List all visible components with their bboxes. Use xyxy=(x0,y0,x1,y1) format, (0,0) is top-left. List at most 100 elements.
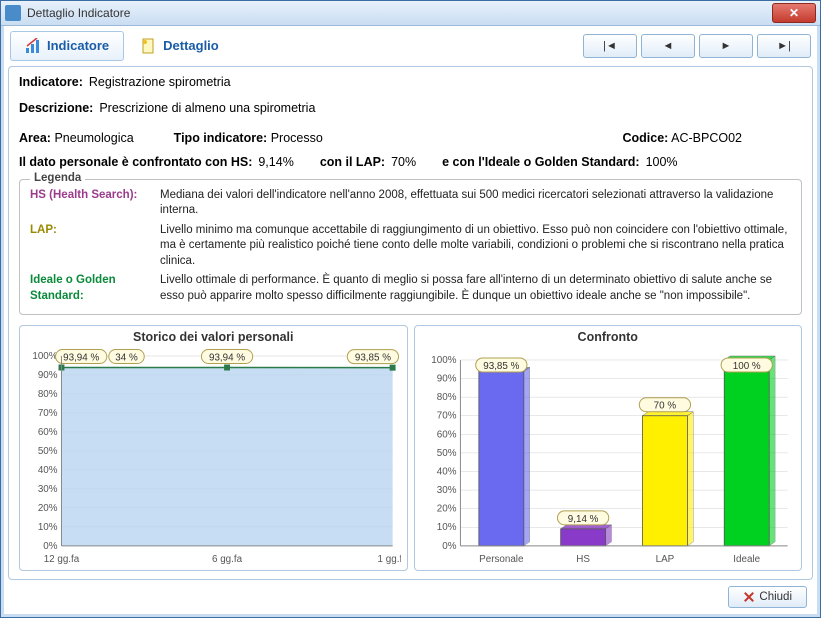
legend-title: Legenda xyxy=(30,172,85,184)
svg-text:12 gg.fa: 12 gg.fa xyxy=(44,554,80,565)
footer: Chiudi xyxy=(6,582,815,612)
svg-text:0%: 0% xyxy=(43,541,57,552)
tab-indicatore[interactable]: Indicatore xyxy=(10,31,124,61)
nav-first-button[interactable]: |◄ xyxy=(583,34,637,58)
first-icon: |◄ xyxy=(603,40,617,52)
legend-lap-label: LAP: xyxy=(30,223,160,270)
indicatore-label: Indicatore: xyxy=(19,75,83,89)
app-window: Dettaglio Indicatore ✕ Indicatore Dettag… xyxy=(0,0,821,618)
confronto-c: e con l'Ideale o Golden Standard: xyxy=(442,155,639,169)
chart-icon xyxy=(25,38,41,54)
svg-text:0%: 0% xyxy=(442,541,456,552)
window-close-button[interactable]: ✕ xyxy=(772,3,816,23)
close-icon xyxy=(743,591,755,603)
last-icon: ►| xyxy=(777,40,791,52)
legend-hs-label: HS (Health Search): xyxy=(30,188,160,219)
legend-row-ideal: Ideale o Golden Standard: Livello ottima… xyxy=(30,273,791,304)
app-icon xyxy=(5,5,21,21)
codice-value: AC-BPCO02 xyxy=(671,131,742,145)
chiudi-button[interactable]: Chiudi xyxy=(728,586,807,608)
svg-text:60%: 60% xyxy=(436,429,456,440)
confronto-a: Il dato personale è confrontato con HS: xyxy=(19,155,252,169)
svg-text:9,14 %: 9,14 % xyxy=(567,514,598,525)
tabs: Indicatore Dettaglio xyxy=(10,31,581,61)
titlebar: Dettaglio Indicatore ✕ xyxy=(1,1,820,26)
descrizione-value: Prescrizione di almeno una spirometria xyxy=(99,101,315,115)
svg-text:LAP: LAP xyxy=(655,554,674,565)
descrizione-label: Descrizione: xyxy=(19,101,93,115)
legend-box: Legenda HS (Health Search): Mediana dei … xyxy=(19,179,802,316)
nav-buttons: |◄ ◄ ► ►| xyxy=(583,34,811,58)
confronto-hs: 9,14% xyxy=(258,155,293,169)
area-label: Area: xyxy=(19,131,51,145)
chart-storico: Storico dei valori personali 0% 10% 20% 30%… xyxy=(19,325,408,571)
codice-label: Codice: xyxy=(623,131,669,145)
legend-lap-def: Livello minimo ma comunque accettabile d… xyxy=(160,223,791,270)
svg-text:20%: 20% xyxy=(38,503,58,514)
chiudi-label: Chiudi xyxy=(759,591,792,603)
chart-confronto-title: Confronto xyxy=(421,330,796,344)
svg-text:40%: 40% xyxy=(38,465,58,476)
svg-text:60%: 60% xyxy=(38,427,58,438)
svg-text:100%: 100% xyxy=(431,355,456,366)
area-value: Pneumologica xyxy=(54,131,133,145)
legend-row-lap: LAP: Livello minimo ma comunque accettab… xyxy=(30,223,791,270)
svg-text:90%: 90% xyxy=(436,374,456,385)
nav-next-button[interactable]: ► xyxy=(699,34,753,58)
row-indicatore: Indicatore: Registrazione spirometria xyxy=(19,75,802,89)
document-icon xyxy=(141,38,157,54)
svg-text:100%: 100% xyxy=(32,351,57,362)
svg-text:20%: 20% xyxy=(436,504,456,515)
tab-dettaglio-label: Dettaglio xyxy=(163,38,219,53)
svg-text:93,85 %: 93,85 % xyxy=(483,361,519,372)
legend-ideal-def: Livello ottimale di performance. È quant… xyxy=(160,273,791,304)
svg-text:10%: 10% xyxy=(436,522,456,533)
window-title: Dettaglio Indicatore xyxy=(27,6,772,20)
svg-text:93,94 %: 93,94 % xyxy=(209,353,245,364)
legend-row-hs: HS (Health Search): Mediana dei valori d… xyxy=(30,188,791,219)
svg-text:70%: 70% xyxy=(38,408,58,419)
svg-text:70 %: 70 % xyxy=(653,401,676,412)
nav-last-button[interactable]: ►| xyxy=(757,34,811,58)
svg-text:100 %: 100 % xyxy=(732,361,760,372)
svg-text:30%: 30% xyxy=(436,485,456,496)
svg-text:Ideale: Ideale xyxy=(733,554,760,565)
svg-text:6 gg.fa: 6 gg.fa xyxy=(212,554,243,565)
svg-text:10%: 10% xyxy=(38,522,58,533)
row-meta: Area: Pneumologica Tipo indicatore: Proc… xyxy=(19,131,802,145)
tab-indicatore-label: Indicatore xyxy=(47,38,109,53)
svg-text:40%: 40% xyxy=(436,467,456,478)
legend-ideal-label: Ideale o Golden Standard: xyxy=(30,273,160,304)
svg-text:70%: 70% xyxy=(436,411,456,422)
svg-text:90%: 90% xyxy=(38,370,58,381)
topbar: Indicatore Dettaglio |◄ ◄ ► ►| xyxy=(6,28,815,64)
svg-text:34 %: 34 % xyxy=(115,353,138,364)
svg-text:80%: 80% xyxy=(38,389,58,400)
svg-text:HS: HS xyxy=(576,554,590,565)
confronto-ideal: 100% xyxy=(646,155,678,169)
row-confronto: Il dato personale è confrontato con HS: … xyxy=(19,155,802,169)
svg-text:80%: 80% xyxy=(436,392,456,403)
tab-dettaglio[interactable]: Dettaglio xyxy=(126,31,234,61)
svg-text:50%: 50% xyxy=(436,448,456,459)
chart-storico-svg: 0% 10% 20% 30% 40% 50% 60% 70% 80% 90% 100% 93,94 %… xyxy=(26,346,401,566)
content-area: Indicatore Dettaglio |◄ ◄ ► ►| Indicator… xyxy=(1,26,820,617)
chart-confronto-svg: 0% 10% 20% 30% 40% 50% 60% 70% 80% 90% 100% 93,85 %… xyxy=(421,346,796,566)
confronto-b: con il LAP: xyxy=(320,155,385,169)
tipo-value: Processo xyxy=(271,131,323,145)
svg-text:50%: 50% xyxy=(38,446,58,457)
confronto-lap: 70% xyxy=(391,155,416,169)
svg-text:93,85 %: 93,85 % xyxy=(355,353,391,364)
svg-text:Personale: Personale xyxy=(479,554,524,565)
tipo-label: Tipo indicatore: xyxy=(174,131,268,145)
svg-text:93,94 %: 93,94 % xyxy=(63,353,99,364)
prev-icon: ◄ xyxy=(663,40,674,52)
legend-hs-def: Mediana dei valori dell'indicatore nell'… xyxy=(160,188,791,219)
indicatore-value: Registrazione spirometria xyxy=(89,75,231,89)
chart-storico-title: Storico dei valori personali xyxy=(26,330,401,344)
nav-prev-button[interactable]: ◄ xyxy=(641,34,695,58)
svg-text:30%: 30% xyxy=(38,484,58,495)
row-descrizione: Descrizione: Prescrizione di almeno una … xyxy=(19,101,802,115)
main-panel: Indicatore: Registrazione spirometria De… xyxy=(8,66,813,580)
svg-text:1 gg.fa: 1 gg.fa xyxy=(378,554,401,565)
